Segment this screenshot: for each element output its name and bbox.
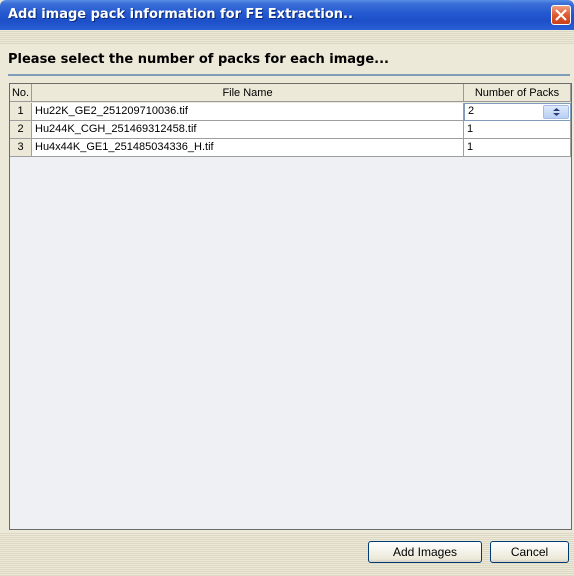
title-bar[interactable]: Add image pack information for FE Extrac… (0, 0, 574, 30)
file-name-cell[interactable]: Hu22K_GE2_251209710036.tif (32, 103, 464, 121)
title-separator (0, 30, 574, 44)
table-row[interactable]: 1 Hu22K_GE2_251209710036.tif 2 (10, 103, 571, 121)
column-header-no[interactable]: No. (10, 84, 32, 102)
table-row[interactable]: 2 Hu244K_CGH_251469312458.tif 1 (10, 121, 571, 139)
button-bar: Add Images Cancel (0, 532, 574, 576)
table-row[interactable]: 3 Hu4x44K_GE1_251485034336_H.tif 1 (10, 139, 571, 157)
spinner-arrows-icon (553, 108, 560, 116)
packs-select-button[interactable] (543, 105, 569, 119)
close-icon (555, 9, 567, 21)
file-name-cell[interactable]: Hu244K_CGH_251469312458.tif (32, 121, 464, 139)
window-title: Add image pack information for FE Extrac… (8, 7, 353, 22)
instruction-divider (8, 74, 570, 76)
table-header: No. File Name Number of Packs (10, 84, 571, 103)
file-name-cell[interactable]: Hu4x44K_GE1_251485034336_H.tif (32, 139, 464, 157)
packs-select[interactable]: 2 (464, 103, 571, 121)
column-header-number-of-packs[interactable]: Number of Packs (464, 84, 571, 102)
dialog-window: Add image pack information for FE Extrac… (0, 0, 574, 576)
row-number: 3 (10, 139, 32, 157)
packs-cell[interactable]: 1 (464, 121, 571, 139)
packs-cell[interactable]: 1 (464, 139, 571, 157)
cancel-button[interactable]: Cancel (490, 541, 569, 563)
packs-select-value: 2 (468, 105, 475, 117)
add-images-button[interactable]: Add Images (368, 541, 482, 563)
close-button[interactable] (551, 5, 571, 25)
row-number: 2 (10, 121, 32, 139)
column-header-file-name[interactable]: File Name (32, 84, 464, 102)
instruction-text: Please select the number of packs for ea… (8, 52, 389, 67)
row-number: 1 (10, 103, 32, 121)
packs-table: No. File Name Number of Packs 1 Hu22K_GE… (9, 83, 572, 530)
